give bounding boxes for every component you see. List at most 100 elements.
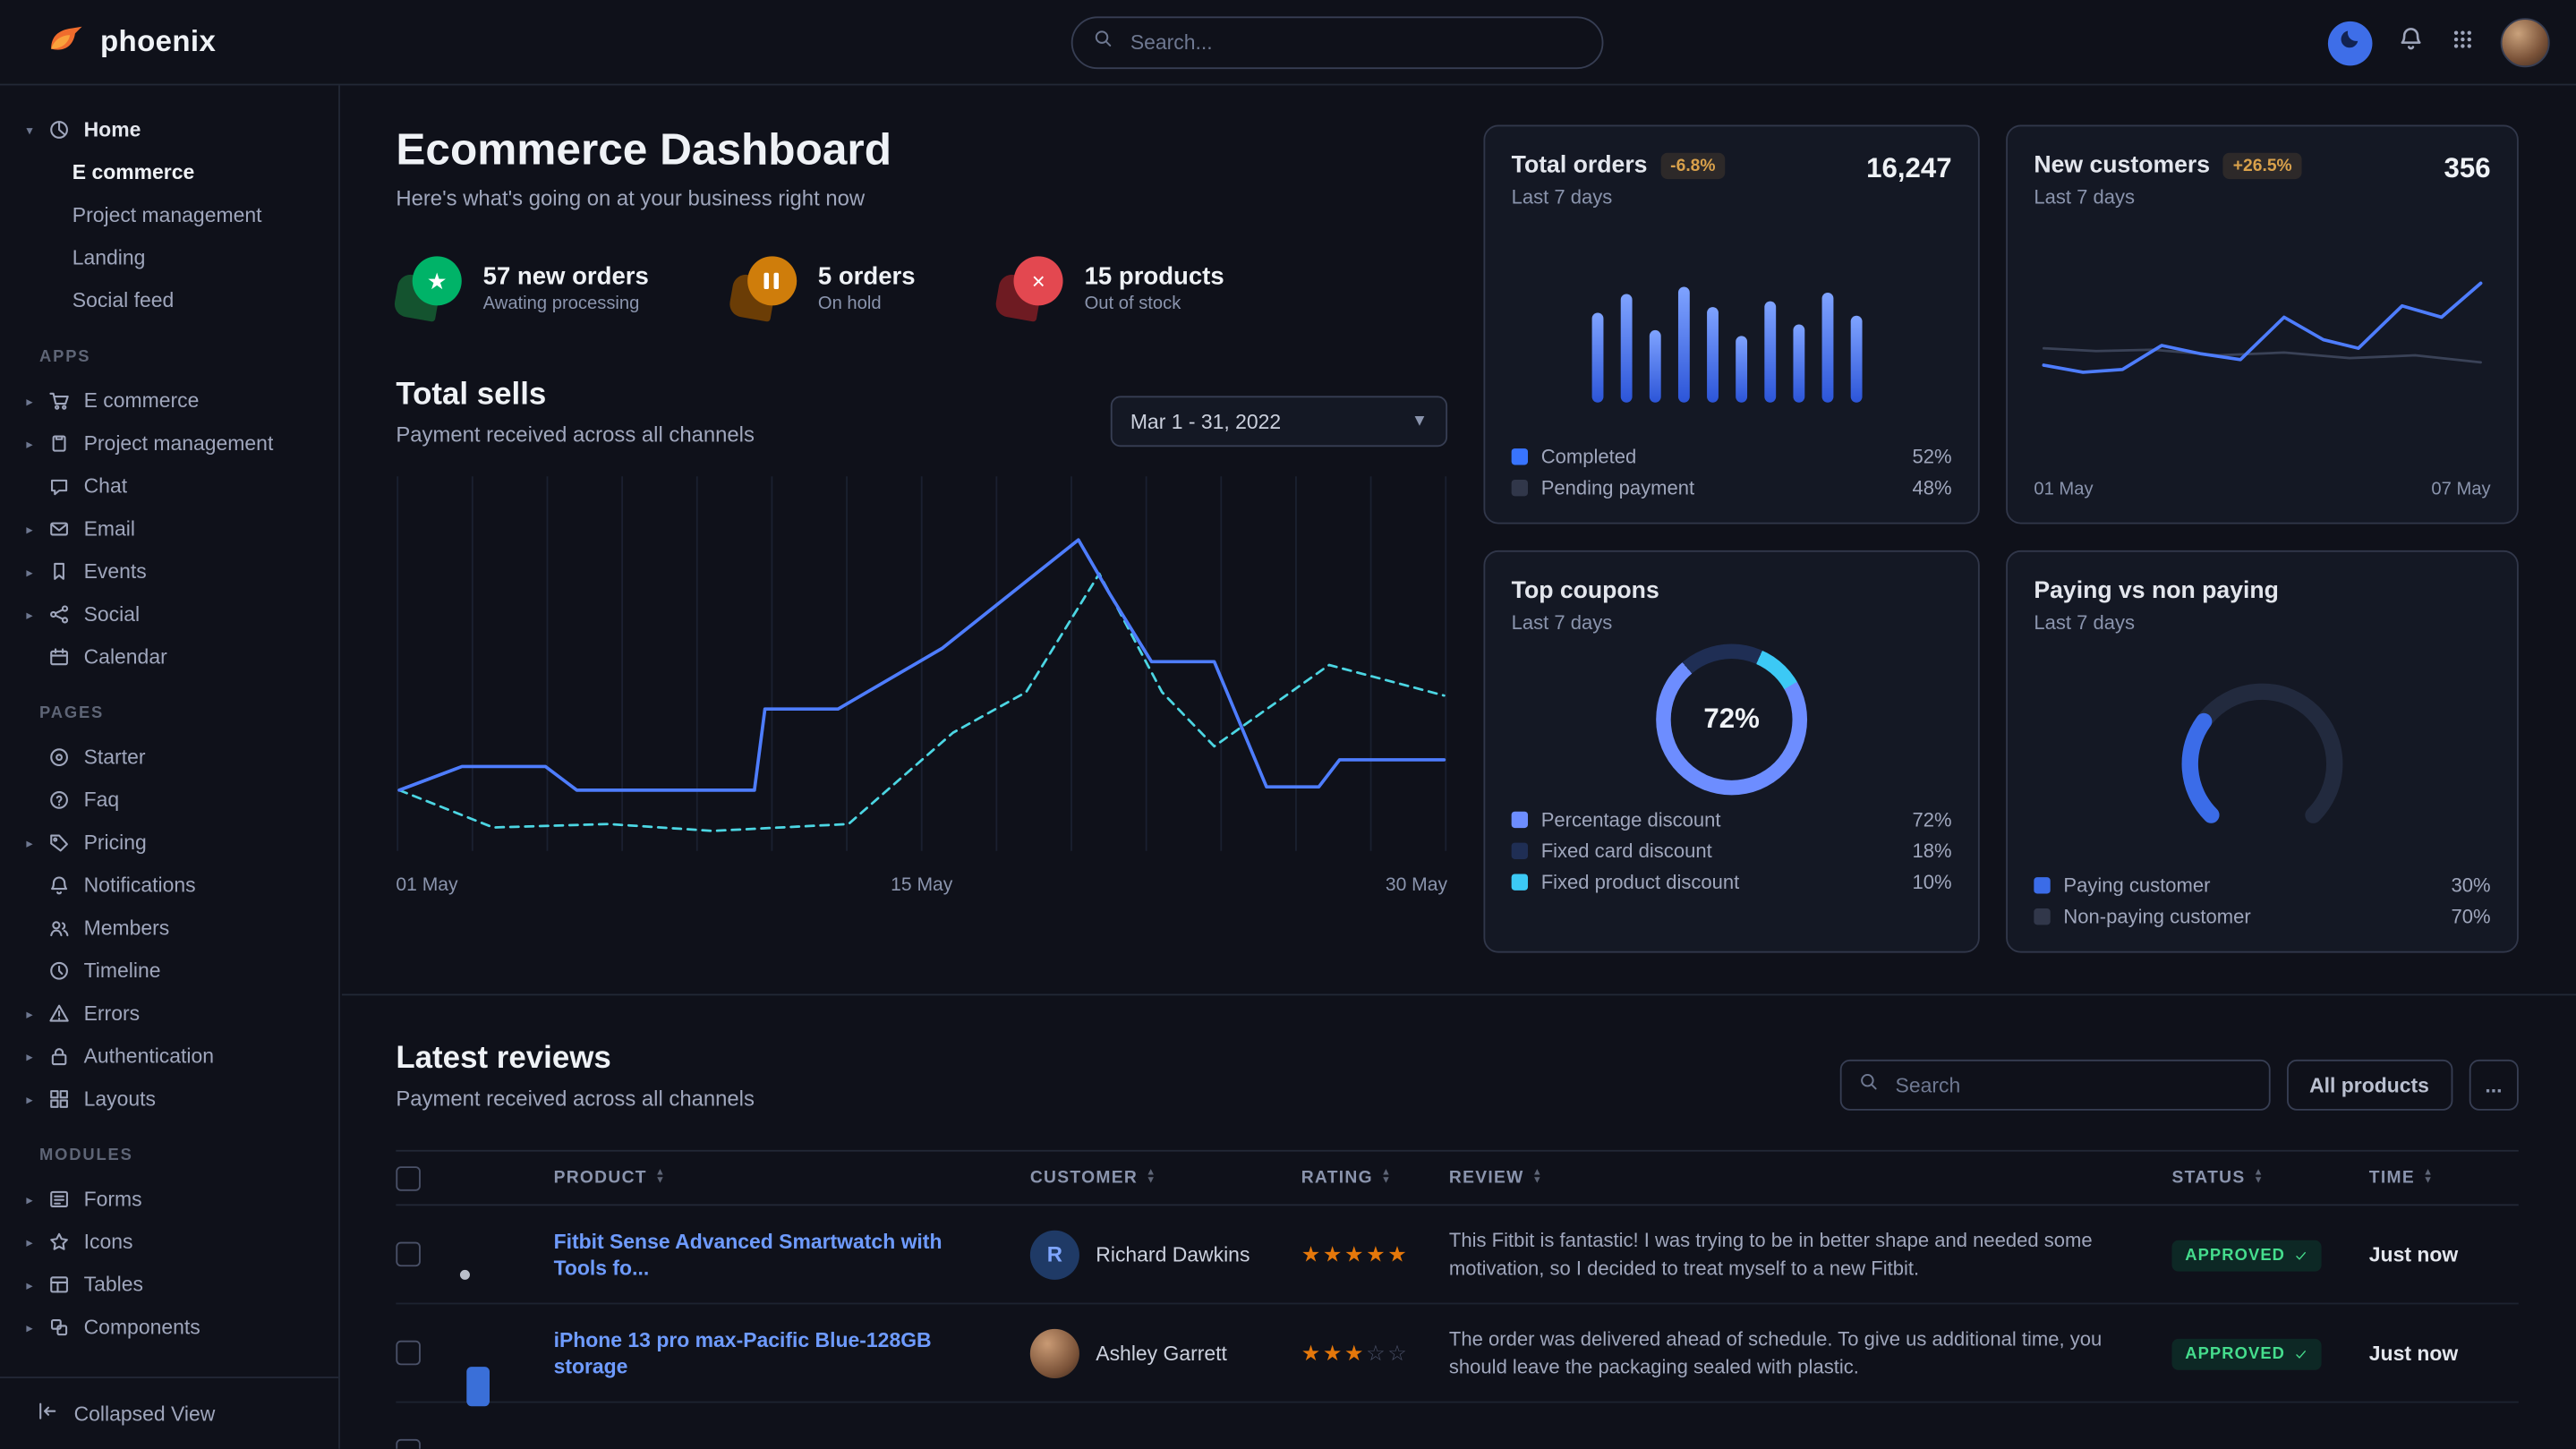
legend-label: Paying customer <box>2063 874 2210 897</box>
sidebar-item-project-management[interactable]: ▸Project management <box>0 422 338 465</box>
sidebar-section-label: PAGES <box>0 678 338 736</box>
global-search[interactable] <box>1071 16 1604 69</box>
customer-name: Richard Dawkins <box>1096 1243 1250 1266</box>
column-header-time[interactable]: TIME▲▼ <box>2369 1168 2519 1188</box>
sidebar-item-label: Errors <box>84 1002 140 1026</box>
sidebar-item-icons[interactable]: ▸Icons <box>0 1221 338 1264</box>
sidebar-item-components[interactable]: ▸Components <box>0 1306 338 1349</box>
total-sells-chart <box>396 470 1447 869</box>
card-period: Last 7 days <box>2034 185 2301 209</box>
product-link[interactable]: iPhone 13 pro max-Pacific Blue-128GB sto… <box>554 1326 1030 1379</box>
more-options-button[interactable]: ... <box>2469 1060 2519 1111</box>
sidebar-item-tables[interactable]: ▸Tables <box>0 1263 338 1306</box>
summary-stats: ★57 new ordersAwating processing 5 orders… <box>396 256 1447 319</box>
stat-on-hold: 5 ordersOn hold <box>731 256 916 319</box>
check-icon <box>2293 1248 2308 1263</box>
sidebar-item-social[interactable]: ▸Social <box>0 593 338 636</box>
legend-fixed-product-discount: Fixed product discount10% <box>1512 871 1952 894</box>
legend-swatch <box>1512 480 1528 496</box>
sidebar-item-landing[interactable]: Landing <box>0 236 338 279</box>
sidebar-item-layouts[interactable]: ▸Layouts <box>0 1078 338 1121</box>
top-coupons-card: Top coupons Last 7 days 72% Percentage d… <box>1483 550 1979 953</box>
card-title: Top coupons <box>1512 578 1659 604</box>
target-icon <box>47 746 73 769</box>
user-avatar[interactable] <box>2501 18 2550 67</box>
column-header-review[interactable]: REVIEW▲▼ <box>1449 1168 2172 1188</box>
apps-grid-icon <box>2450 25 2476 60</box>
legend-label: Fixed card discount <box>1541 840 1712 863</box>
sort-icon: ▲▼ <box>2254 1170 2265 1186</box>
row-checkbox[interactable] <box>396 1341 421 1366</box>
legend-label: Non-paying customer <box>2063 905 2250 928</box>
stat-value: 57 new orders <box>483 262 649 290</box>
sort-icon: ▲▼ <box>655 1170 666 1186</box>
legend-swatch <box>1512 843 1528 859</box>
bell-icon <box>2397 25 2425 61</box>
legend-swatch <box>2034 908 2050 925</box>
collapse-view-button[interactable]: Collapsed View <box>0 1377 338 1449</box>
legend-value: 70% <box>2452 905 2491 928</box>
caret-right-icon: ▸ <box>23 436 37 451</box>
reviews-subtitle: Payment received across all channels <box>396 1086 755 1111</box>
reviews-search-input[interactable] <box>1892 1072 2252 1098</box>
sidebar-item-events[interactable]: ▸Events <box>0 550 338 593</box>
sidebar-item-label: Pricing <box>84 831 147 855</box>
pause-icon <box>731 256 797 319</box>
table-row: Fitbit Sense Advanced Smartwatch with To… <box>396 1206 2518 1304</box>
column-header-product[interactable]: PRODUCT▲▼ <box>554 1168 1030 1188</box>
column-header-status[interactable]: STATUS▲▼ <box>2172 1168 2369 1188</box>
row-checkbox[interactable] <box>396 1439 421 1449</box>
select-all-checkbox[interactable] <box>396 1165 421 1190</box>
stat-caption: On hold <box>818 294 916 313</box>
stat-awating-processing: ★57 new ordersAwating processing <box>396 256 648 319</box>
search-input[interactable] <box>1127 30 1582 55</box>
card-title: New customers <box>2034 153 2210 179</box>
reviews-search[interactable] <box>1839 1060 2270 1111</box>
legend-non-paying-customer: Non-paying customer 70% <box>2034 905 2490 928</box>
caret-right-icon: ▸ <box>23 607 37 622</box>
sidebar-item-label: Home <box>84 118 141 141</box>
sidebar-item-members[interactable]: Members <box>0 907 338 950</box>
product-link[interactable]: Fitbit Sense Advanced Smartwatch with To… <box>554 1228 1030 1281</box>
notifications-button[interactable] <box>2397 25 2425 61</box>
legend-percentage-discount: Percentage discount72% <box>1512 808 1952 831</box>
all-products-button[interactable]: All products <box>2286 1060 2452 1111</box>
sidebar-item-timeline[interactable]: Timeline <box>0 950 338 993</box>
sidebar-item-starter[interactable]: Starter <box>0 736 338 779</box>
review-text: The order was delivered ahead of schedul… <box>1449 1325 2172 1380</box>
column-header-rating[interactable]: RATING▲▼ <box>1301 1168 1449 1188</box>
sidebar-item-forms[interactable]: ▸Forms <box>0 1178 338 1221</box>
legend-value: 72% <box>1912 808 1951 831</box>
caret-right-icon: ▸ <box>23 1092 37 1107</box>
sidebar-item-e-commerce[interactable]: ▸E commerce <box>0 379 338 422</box>
theme-toggle-button[interactable] <box>2328 21 2373 65</box>
card-period: Last 7 days <box>2034 611 2279 635</box>
paying-legend: Paying customer30%Non-paying customer70% <box>2034 874 2490 928</box>
sidebar-item-social-feed[interactable]: Social feed <box>0 279 338 322</box>
row-checkbox[interactable] <box>396 1242 421 1267</box>
x-tick: 01 May <box>2034 480 2093 499</box>
lock-icon <box>47 1044 73 1068</box>
sidebar-item-project-management[interactable]: Project management <box>0 194 338 237</box>
sidebar-section-label: APPS <box>0 322 338 379</box>
sidebar-item-pricing[interactable]: ▸Pricing <box>0 822 338 865</box>
sidebar-item-home[interactable]: ▾Home <box>0 108 338 151</box>
apps-menu-button[interactable] <box>2450 25 2476 60</box>
sidebar-item-label: Authentication <box>84 1044 214 1068</box>
clock-icon <box>47 959 73 983</box>
stat-value: 15 products <box>1085 262 1224 290</box>
sidebar-item-e-commerce[interactable]: E commerce <box>0 151 338 194</box>
date-range-select[interactable]: Mar 1 - 31, 2022 ▼ <box>1111 396 1447 447</box>
sort-icon: ▲▼ <box>2423 1170 2434 1186</box>
sidebar-item-authentication[interactable]: ▸Authentication <box>0 1035 338 1078</box>
brand[interactable]: phoenix <box>46 17 216 66</box>
sidebar-item-email[interactable]: ▸Email <box>0 507 338 550</box>
sidebar-item-errors[interactable]: ▸Errors <box>0 993 338 1036</box>
sidebar-item-notifications[interactable]: Notifications <box>0 864 338 907</box>
column-header-customer[interactable]: CUSTOMER▲▼ <box>1030 1168 1301 1188</box>
collapse-icon <box>36 1400 59 1428</box>
sidebar-item-calendar[interactable]: Calendar <box>0 635 338 678</box>
sidebar-item-faq[interactable]: Faq <box>0 779 338 822</box>
total-orders-bar-chart <box>1512 209 1952 445</box>
sidebar-item-chat[interactable]: Chat <box>0 465 338 507</box>
